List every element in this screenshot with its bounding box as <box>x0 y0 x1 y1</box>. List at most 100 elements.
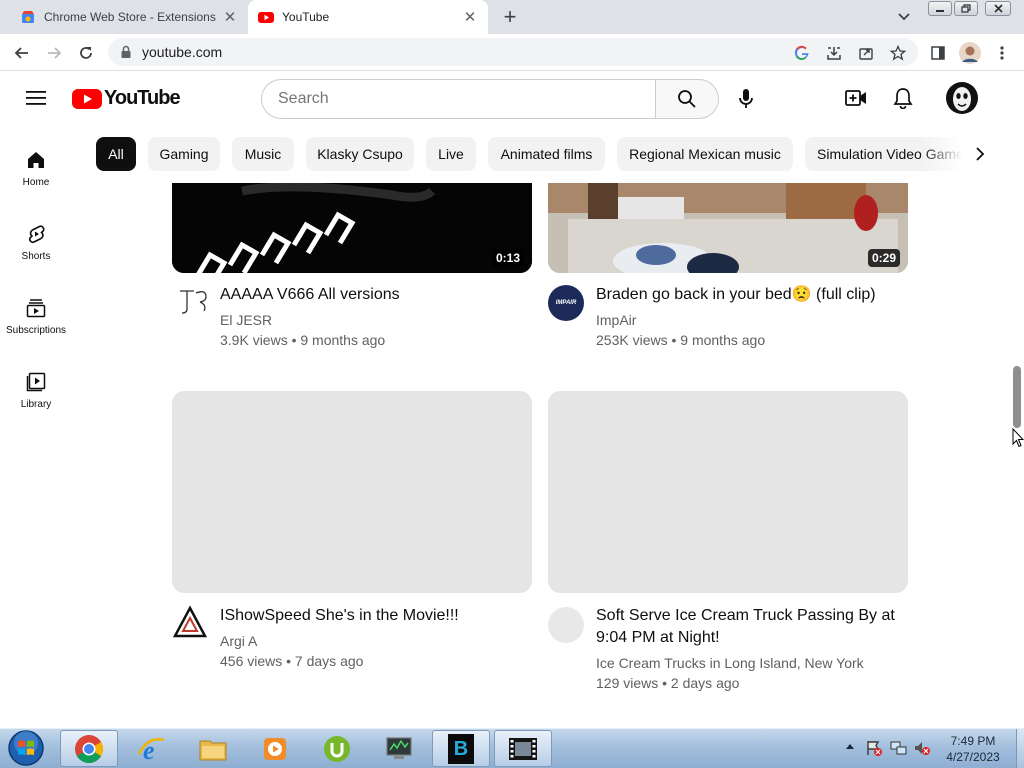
close-window-button[interactable] <box>985 1 1011 16</box>
taskbar-app-internet-explorer[interactable]: e <box>122 730 180 767</box>
forward-button[interactable] <box>42 41 66 65</box>
chrome-icon <box>75 734 103 763</box>
hamburger-menu-icon[interactable] <box>26 90 46 106</box>
video-duration: 0:29 <box>867 249 900 267</box>
chip-regional-mexican-music[interactable]: Regional Mexican music <box>617 137 793 171</box>
taskbar-app-boost[interactable]: B <box>432 730 490 767</box>
channel-name[interactable]: Argi A <box>220 631 257 651</box>
lock-icon[interactable] <box>120 45 132 59</box>
mouse-cursor-icon <box>1012 428 1024 448</box>
triangle-logo-icon <box>172 605 208 641</box>
channel-avatar[interactable] <box>176 285 212 321</box>
create-video-icon[interactable] <box>845 89 867 107</box>
channel-avatar[interactable] <box>172 605 208 641</box>
video-meta: 129 views • 2 days ago <box>596 675 740 691</box>
logo-text: YouTube <box>104 87 181 109</box>
channel-name[interactable]: Ice Cream Trucks in Long Island, New Yor… <box>596 653 864 673</box>
video-title[interactable]: AAAAA V666 All versions <box>220 284 520 306</box>
chevron-down-icon[interactable] <box>894 8 914 26</box>
notifications-bell-icon[interactable] <box>893 87 913 109</box>
chip-all[interactable]: All <box>96 137 136 171</box>
taskbar-app-media-player[interactable] <box>246 730 304 767</box>
chip-scroll-right-button[interactable] <box>968 142 992 166</box>
search-input[interactable] <box>261 79 657 119</box>
channel-name[interactable]: ImpAir <box>596 310 636 330</box>
video-thumbnail-placeholder[interactable] <box>548 391 908 593</box>
channel-avatar[interactable]: IMPAIR <box>548 285 584 321</box>
avatar-text: IMPAIR <box>555 300 577 306</box>
sketch-avatar-icon <box>176 285 212 321</box>
side-panel-icon[interactable] <box>926 41 950 65</box>
chip-live[interactable]: Live <box>426 137 476 171</box>
taskbar-app-movie-maker[interactable] <box>494 730 552 767</box>
video-thumbnail[interactable]: 0:13 <box>172 183 532 273</box>
clock-date: 4/27/2023 <box>946 750 1000 764</box>
youtube-logo[interactable]: YouTube <box>72 87 181 110</box>
tab-title: Chrome Web Store - Extensions <box>44 10 216 24</box>
film-strip-icon <box>509 737 537 760</box>
kebab-menu-icon[interactable] <box>990 41 1014 65</box>
volume-muted-icon[interactable] <box>913 739 931 757</box>
action-center-flag-icon[interactable] <box>865 739 883 757</box>
close-tab-icon[interactable]: ✕ <box>460 7 480 27</box>
show-hidden-icons-arrow-icon[interactable] <box>845 742 855 750</box>
tab-chrome-web-store[interactable]: Chrome Web Store - Extensions ✕ <box>8 0 248 34</box>
chevron-right-icon <box>976 147 985 161</box>
b-app-icon: B <box>448 733 474 764</box>
video-meta: 253K views • 9 months ago <box>596 332 766 348</box>
windows-orb-icon <box>8 730 44 766</box>
minimize-button[interactable] <box>928 1 952 16</box>
monitor-icon <box>386 736 412 759</box>
tab-youtube[interactable]: YouTube ✕ <box>248 0 488 34</box>
media-player-icon <box>264 737 286 760</box>
restore-button[interactable] <box>954 1 978 16</box>
chip-music[interactable]: Music <box>232 137 294 171</box>
taskbar-app-file-explorer[interactable] <box>184 730 242 767</box>
youtube-logo-icon <box>72 88 102 109</box>
share-icon[interactable] <box>854 41 878 65</box>
chip-klasky-csupo[interactable]: Klasky Csupo <box>306 137 414 171</box>
thumbnail-art <box>172 183 532 273</box>
youtube-icon <box>258 9 274 25</box>
chrome-web-store-icon <box>20 9 36 25</box>
network-icon[interactable] <box>890 739 908 757</box>
video-title[interactable]: IShowSpeed She's in the Movie!!! <box>220 605 520 627</box>
folder-icon <box>199 740 227 760</box>
close-tab-icon[interactable]: ✕ <box>220 7 240 27</box>
show-desktop-button[interactable] <box>1016 729 1024 768</box>
url-text[interactable]: youtube.com <box>142 44 222 60</box>
tab-title: YouTube <box>282 10 330 24</box>
channel-name[interactable]: El JESR <box>220 310 272 330</box>
video-meta: 3.9K views • 9 months ago <box>220 332 386 348</box>
page-scrollbar[interactable] <box>1013 366 1021 428</box>
search-button[interactable] <box>655 79 719 119</box>
back-button[interactable] <box>10 41 34 65</box>
google-icon[interactable] <box>790 41 814 65</box>
account-avatar[interactable] <box>946 82 978 114</box>
utorrent-icon <box>324 735 350 762</box>
bookmark-star-icon[interactable] <box>886 41 910 65</box>
home-icon <box>28 152 44 168</box>
new-tab-button[interactable]: + <box>498 4 522 29</box>
chip-animated-films[interactable]: Animated films <box>488 137 605 171</box>
taskbar-clock[interactable]: 7:49 PM 4/27/2023 <box>930 733 1016 765</box>
reload-button[interactable] <box>74 41 98 65</box>
install-app-icon[interactable] <box>822 41 846 65</box>
video-title[interactable]: Braden go back in your bed😟 (full clip) <box>596 284 896 306</box>
thumbnail-art <box>548 183 908 273</box>
taskbar-app-system-monitor[interactable] <box>370 730 428 767</box>
start-button[interactable] <box>6 729 46 767</box>
chip-gaming[interactable]: Gaming <box>148 137 220 171</box>
search-icon <box>678 90 696 108</box>
video-title[interactable]: Soft Serve Ice Cream Truck Passing By at… <box>596 605 896 649</box>
channel-avatar[interactable] <box>548 607 584 643</box>
taskbar-app-chrome[interactable] <box>60 730 118 767</box>
profile-avatar[interactable] <box>958 41 982 65</box>
video-thumbnail-placeholder[interactable] <box>172 391 532 593</box>
chip-fade <box>922 130 1012 180</box>
internet-explorer-icon: e <box>137 736 165 764</box>
taskbar-app-utorrent[interactable] <box>308 730 366 767</box>
microphone-icon[interactable] <box>738 88 754 110</box>
video-duration: 0:13 <box>491 249 524 267</box>
video-thumbnail[interactable]: 0:29 <box>548 183 908 273</box>
